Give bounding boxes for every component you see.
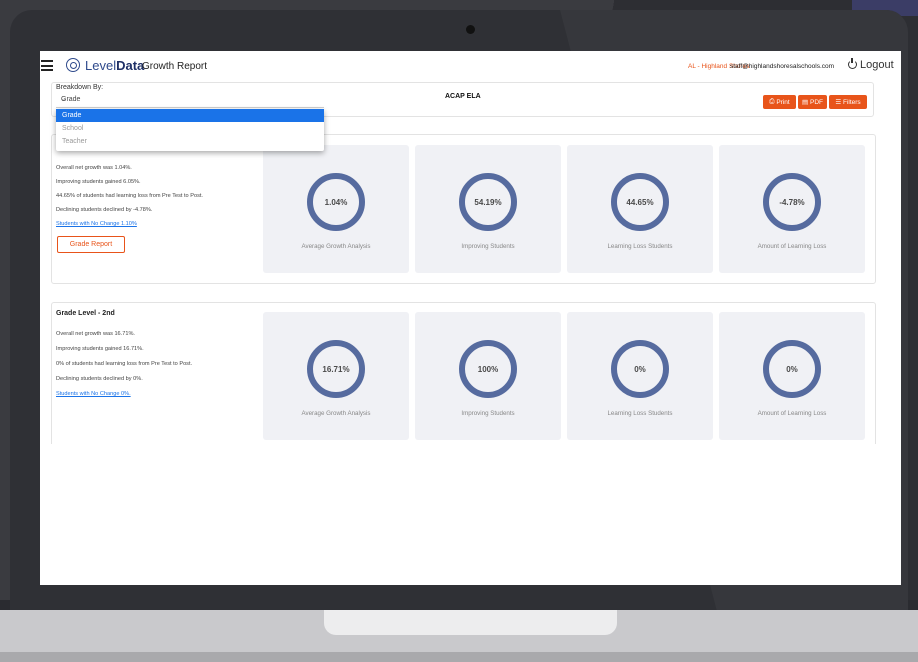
metric-label: Average Growth Analysis: [301, 243, 371, 250]
stat-improving: Improving students gained 16.71%.: [56, 346, 144, 352]
pdf-icon: ▤: [802, 99, 809, 106]
breakdown-dropdown-menu: Grade School Teacher: [56, 109, 324, 151]
metric-label: Improving Students: [461, 410, 515, 417]
stat-learning-loss: 0% of students had learning loss from Pr…: [56, 361, 193, 367]
card-heading: Grade Level - 2nd: [56, 310, 115, 317]
page-title: Growth Report: [142, 61, 208, 72]
user-email: staff@highlandshoresalschools.com: [730, 63, 835, 70]
donut-chart: 100%: [459, 340, 517, 398]
metric-value: 1.04%: [324, 197, 348, 207]
app-header: LevelData Growth Report AL - Highland Sh…: [40, 51, 901, 83]
stat-declining: Declining students declined by 0%.: [56, 376, 143, 382]
webcam: [466, 25, 475, 34]
chevron-down-icon: ⌄: [61, 96, 67, 103]
report-card-overall: Overall net growth was 1.04%. Improving …: [51, 134, 876, 284]
menu-icon[interactable]: [41, 60, 53, 71]
metric-value: 0%: [634, 364, 646, 374]
donut-chart: 1.04%: [307, 173, 365, 231]
subject-title: ACAP ELA: [445, 93, 481, 100]
metric-value: 54.19%: [474, 197, 502, 207]
donut-chart: 54.19%: [459, 173, 517, 231]
no-change-link[interactable]: Students with No Change 0%.: [56, 391, 131, 397]
donut-chart: -4.78%: [763, 173, 821, 231]
power-icon: [848, 58, 857, 69]
logout-label: Logout: [860, 59, 894, 71]
metric-value: 0%: [786, 364, 798, 374]
logout-button[interactable]: Logout: [848, 58, 894, 71]
metric-value: 16.71%: [322, 364, 350, 374]
print-button[interactable]: ⎙ Print: [763, 95, 796, 109]
laptop-base-edge: [0, 652, 918, 662]
metric-learning-loss-students: 0% Learning Loss Students: [567, 312, 713, 440]
metric-value: 44.65%: [626, 197, 654, 207]
metric-average-growth: 16.71% Average Growth Analysis: [263, 312, 409, 440]
pdf-button[interactable]: ▤ PDF: [798, 95, 827, 109]
metric-amount-learning-loss: 0% Amount of Learning Loss: [719, 312, 865, 440]
stat-declining: Declining students declined by -4.78%.: [56, 207, 153, 213]
metric-label: Learning Loss Students: [607, 410, 673, 417]
metric-label: Learning Loss Students: [607, 243, 673, 250]
stat-improving: Improving students gained 6.05%.: [56, 179, 141, 185]
metric-label: Average Growth Analysis: [301, 410, 371, 417]
grade-report-button[interactable]: Grade Report: [57, 236, 125, 253]
donut-chart: 44.65%: [611, 173, 669, 231]
donut-chart: 16.71%: [307, 340, 365, 398]
metric-improving-students: 54.19% Improving Students: [415, 145, 561, 273]
metric-label: Amount of Learning Loss: [757, 243, 827, 250]
filters-button[interactable]: ☰ Filters: [829, 95, 867, 109]
filter-icon: ☰: [835, 99, 842, 106]
stat-learning-loss: 44.65% of students had learning loss fro…: [56, 193, 203, 199]
metric-improving-students: 100% Improving Students: [415, 312, 561, 440]
laptop-notch: [324, 610, 617, 635]
metric-label: Amount of Learning Loss: [757, 410, 827, 417]
metric-learning-loss-students: 44.65% Learning Loss Students: [567, 145, 713, 273]
breakdown-select[interactable]: Grade ⌄: [56, 94, 324, 108]
metric-value: -4.78%: [779, 197, 805, 207]
app-screen: LevelData Growth Report AL - Highland Sh…: [40, 51, 901, 585]
donut-chart: 0%: [611, 340, 669, 398]
logo: LevelData: [85, 58, 145, 73]
dropdown-option-school[interactable]: School: [56, 122, 324, 135]
printer-icon: ⎙: [769, 98, 775, 105]
breakdown-label: Breakdown By:: [56, 84, 104, 91]
dropdown-option-teacher[interactable]: Teacher: [56, 135, 324, 148]
metric-label: Improving Students: [461, 243, 515, 250]
metric-value: 100%: [477, 364, 499, 374]
stat-net-growth: Overall net growth was 16.71%.: [56, 331, 135, 337]
stat-net-growth: Overall net growth was 1.04%.: [56, 165, 132, 171]
dropdown-option-grade[interactable]: Grade: [56, 109, 324, 122]
metric-amount-learning-loss: -4.78% Amount of Learning Loss: [719, 145, 865, 273]
blank-area: [40, 444, 901, 585]
leveldata-logo-icon: [66, 58, 80, 72]
donut-chart: 0%: [763, 340, 821, 398]
metric-average-growth: 1.04% Average Growth Analysis: [263, 145, 409, 273]
no-change-link[interactable]: Students with No Change 1.10%: [56, 221, 137, 227]
report-card-grade-2: Grade Level - 2nd Overall net growth was…: [51, 302, 876, 464]
